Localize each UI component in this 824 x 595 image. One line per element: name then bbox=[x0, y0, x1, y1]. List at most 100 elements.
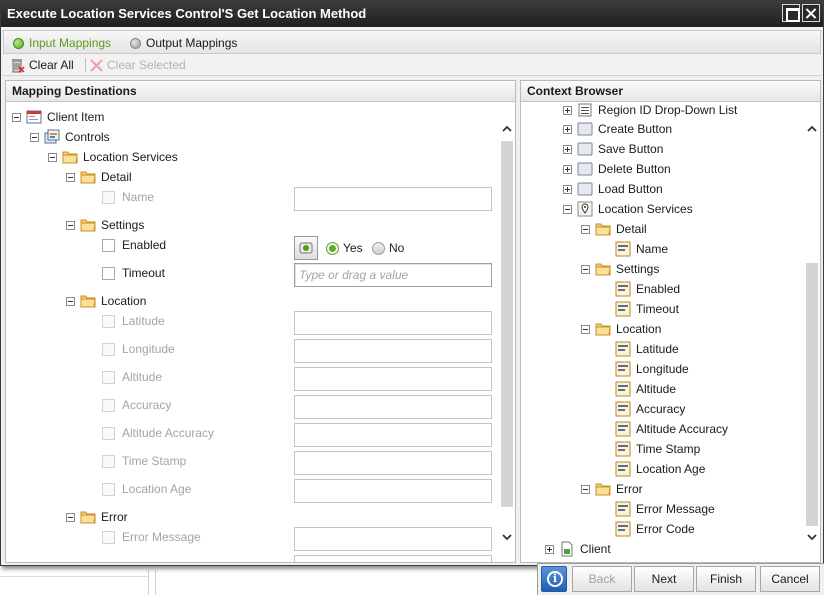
clear-selected-button[interactable]: Clear Selected bbox=[90, 57, 186, 73]
info-button[interactable]: i bbox=[541, 566, 567, 592]
enabled-no-radio[interactable]: No bbox=[372, 241, 404, 255]
longitude-checkbox[interactable] bbox=[102, 343, 115, 356]
name-field[interactable] bbox=[294, 187, 492, 211]
tree-node-timeout[interactable]: Timeout bbox=[615, 300, 679, 318]
inactive-dot-icon bbox=[130, 37, 141, 49]
tree-node-time-stamp[interactable]: Time Stamp bbox=[615, 440, 700, 458]
scroll-up-icon[interactable] bbox=[806, 123, 818, 135]
scroll-thumb[interactable] bbox=[501, 141, 513, 507]
collapse-toggle[interactable] bbox=[30, 132, 39, 142]
tree-node-location-age[interactable]: Location Age bbox=[615, 460, 705, 478]
collapse-toggle[interactable] bbox=[66, 172, 75, 182]
timeout-field[interactable]: Type or drag a value bbox=[294, 263, 492, 287]
tree-node-error[interactable]: Error bbox=[66, 508, 128, 526]
property-icon bbox=[615, 521, 631, 537]
info-icon: i bbox=[547, 571, 563, 587]
location-age-field[interactable] bbox=[294, 479, 492, 503]
expand-toggle[interactable] bbox=[563, 164, 572, 174]
tree-node-location[interactable]: Location bbox=[581, 320, 661, 338]
latitude-field[interactable] bbox=[294, 311, 492, 335]
enabled-yes-radio[interactable]: Yes bbox=[326, 241, 363, 255]
scroll-down-icon[interactable] bbox=[806, 531, 818, 543]
next-button[interactable]: Next bbox=[634, 566, 694, 592]
tree-node-error[interactable]: Error bbox=[581, 480, 643, 498]
close-button[interactable] bbox=[802, 4, 820, 22]
expand-toggle[interactable] bbox=[563, 144, 572, 154]
tree-node-accuracy[interactable]: Accuracy bbox=[615, 400, 685, 418]
altitude-checkbox[interactable] bbox=[102, 371, 115, 384]
collapse-toggle[interactable] bbox=[581, 224, 590, 234]
tree-node-client[interactable]: Client bbox=[545, 540, 611, 558]
folder-icon bbox=[80, 511, 96, 524]
tree-node-altitude[interactable]: Altitude bbox=[615, 380, 676, 398]
accuracy-field[interactable] bbox=[294, 395, 492, 419]
tree-node-error-message[interactable]: Error Message bbox=[615, 500, 715, 518]
tree-node-name[interactable]: Name bbox=[615, 240, 668, 258]
altitude-accuracy-field[interactable] bbox=[294, 423, 492, 447]
collapse-toggle[interactable] bbox=[66, 296, 75, 306]
altitude-accuracy-checkbox[interactable] bbox=[102, 427, 115, 440]
tab-output-mappings[interactable]: Output Mappings bbox=[130, 35, 237, 51]
node-label: Location Age bbox=[636, 462, 706, 476]
finish-button[interactable]: Finish bbox=[696, 566, 756, 592]
tree-node-location[interactable]: Location bbox=[66, 292, 146, 310]
tree-node-latitude[interactable]: Latitude bbox=[615, 340, 679, 358]
latitude-checkbox[interactable] bbox=[102, 315, 115, 328]
mapping-scrollbar[interactable] bbox=[499, 103, 515, 562]
back-button[interactable]: Back bbox=[572, 566, 632, 592]
tree-node-create-button[interactable]: Create Button bbox=[563, 120, 672, 138]
collapse-toggle[interactable] bbox=[581, 264, 590, 274]
tree-node-error-code[interactable]: Error Code bbox=[615, 520, 695, 538]
expand-toggle[interactable] bbox=[563, 184, 572, 194]
collapse-toggle[interactable] bbox=[48, 152, 57, 162]
expand-toggle[interactable] bbox=[563, 124, 572, 134]
error-message-field[interactable] bbox=[294, 527, 492, 551]
altitude-field[interactable] bbox=[294, 367, 492, 391]
property-icon bbox=[615, 441, 631, 457]
error-message-checkbox[interactable] bbox=[102, 531, 115, 544]
tree-node-location-services[interactable]: Location Services bbox=[48, 148, 178, 166]
scroll-thumb[interactable] bbox=[806, 263, 818, 526]
collapse-toggle[interactable] bbox=[563, 204, 572, 214]
value-toggle-button[interactable] bbox=[294, 236, 318, 260]
collapse-toggle[interactable] bbox=[12, 112, 21, 122]
tree-node-client-item[interactable]: Client Item bbox=[12, 108, 104, 126]
name-checkbox[interactable] bbox=[102, 191, 115, 204]
tree-node-altitude-accuracy[interactable]: Altitude Accuracy bbox=[615, 420, 728, 438]
tree-node-delete-button[interactable]: Delete Button bbox=[563, 160, 671, 178]
tree-node-location-services[interactable]: Location Services bbox=[563, 200, 693, 218]
tree-node-enabled[interactable]: Enabled bbox=[615, 280, 680, 298]
tree-node-region-dropdown[interactable]: Region ID Drop-Down List bbox=[563, 103, 737, 119]
time-stamp-field[interactable] bbox=[294, 451, 492, 475]
expand-toggle[interactable] bbox=[545, 544, 554, 554]
error-code-field[interactable] bbox=[294, 555, 492, 562]
cancel-button[interactable]: Cancel bbox=[760, 566, 820, 592]
tree-node-detail[interactable]: Detail bbox=[66, 168, 132, 186]
tree-node-load-button[interactable]: Load Button bbox=[563, 180, 663, 198]
tree-node-longitude[interactable]: Longitude bbox=[615, 360, 689, 378]
collapse-toggle[interactable] bbox=[581, 324, 590, 334]
tree-node-controls[interactable]: Controls bbox=[30, 128, 110, 146]
collapse-toggle[interactable] bbox=[581, 484, 590, 494]
accuracy-checkbox[interactable] bbox=[102, 399, 115, 412]
scroll-down-icon[interactable] bbox=[501, 531, 513, 543]
scroll-up-icon[interactable] bbox=[501, 123, 513, 135]
maximize-button[interactable] bbox=[782, 4, 800, 22]
collapse-toggle[interactable] bbox=[66, 512, 75, 522]
collapse-toggle[interactable] bbox=[66, 220, 75, 230]
location-age-checkbox[interactable] bbox=[102, 483, 115, 496]
longitude-field[interactable] bbox=[294, 339, 492, 363]
time-stamp-checkbox[interactable] bbox=[102, 455, 115, 468]
timeout-checkbox[interactable] bbox=[102, 267, 115, 280]
tab-input-mappings[interactable]: Input Mappings bbox=[13, 35, 111, 51]
tree-node-detail[interactable]: Detail bbox=[581, 220, 647, 238]
clear-all-button[interactable]: Clear All bbox=[11, 57, 74, 73]
tree-node-settings[interactable]: Settings bbox=[66, 216, 144, 234]
background-divider bbox=[148, 570, 149, 595]
enabled-checkbox[interactable] bbox=[102, 239, 115, 252]
tree-node-save-button[interactable]: Save Button bbox=[563, 140, 663, 158]
time-stamp-label: Time Stamp bbox=[122, 454, 187, 468]
tree-node-settings[interactable]: Settings bbox=[581, 260, 659, 278]
expand-toggle[interactable] bbox=[563, 105, 572, 115]
context-scrollbar[interactable] bbox=[804, 103, 820, 562]
